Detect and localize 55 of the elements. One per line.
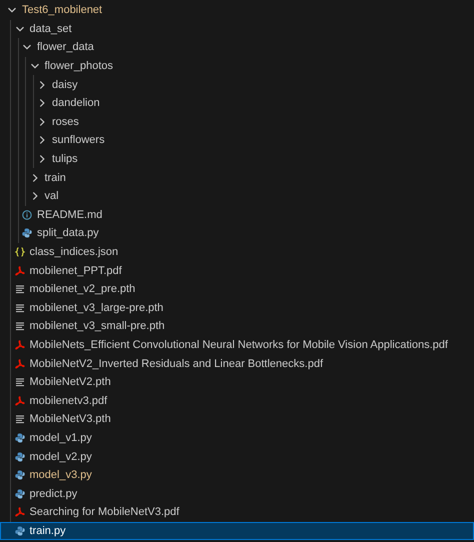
text-file-icon (14, 321, 24, 332)
chevron-down-icon (30, 61, 40, 72)
pdf-icon (14, 396, 24, 406)
file-item[interactable]: mobilenet_v2_pre.pth (0, 280, 474, 298)
chevron-right-icon (37, 135, 47, 146)
python-icon (14, 526, 24, 536)
file-item[interactable]: mobilenet_PPT.pdf (0, 261, 474, 280)
folder-item[interactable]: tulips (0, 150, 474, 168)
text-file-icon (14, 414, 24, 424)
file-item[interactable]: predict.py (0, 484, 474, 504)
folder-item[interactable]: daisy (0, 75, 474, 94)
file-item[interactable]: Searching for MobileNetV3.pdf (0, 503, 474, 522)
file-item[interactable]: class_indices.json (0, 242, 474, 262)
file-item[interactable]: MobileNets_Efficient Convolutional Neural Networks for Mobile Vision Applications.pdf (0, 336, 474, 354)
chevron-right-icon (37, 116, 47, 127)
file-item[interactable]: MobileNetV3.pth (0, 410, 474, 429)
file-item[interactable]: mobilenet_v3_large-pre.pth (0, 298, 474, 318)
folder-item[interactable]: Test6_mobilenet (0, 1, 474, 20)
folder-item[interactable]: flower_data (0, 38, 474, 57)
folder-item[interactable]: dandelion (0, 94, 474, 113)
folder-item[interactable]: data_set (0, 20, 474, 38)
file-item[interactable]: MobileNetV2_Inverted Residuals and Linear Bottlenecks.pdf (0, 354, 474, 373)
file-item[interactable]: train.py (0, 522, 474, 540)
text-file-icon (14, 377, 24, 388)
folder-item[interactable]: flower_photos (0, 56, 474, 76)
file-item[interactable]: README.md (0, 206, 474, 224)
file-item[interactable]: model_v1.py (0, 428, 474, 448)
chevron-down-icon (22, 42, 32, 52)
text-file-icon (14, 284, 24, 294)
file-item[interactable]: model_v2.py (0, 447, 474, 466)
file-item[interactable]: mobilenetv3.pdf (0, 391, 474, 410)
file-item[interactable]: split_data.py (0, 224, 474, 243)
pdf-icon (14, 266, 24, 276)
chevron-right-icon (37, 98, 47, 108)
pdf-icon (14, 507, 24, 518)
chevron-right-icon (37, 80, 47, 90)
python-icon (14, 432, 24, 443)
info-icon (22, 210, 32, 220)
python-icon (14, 470, 24, 480)
file-item[interactable]: MobileNetV2.pth (0, 372, 474, 392)
chevron-down-icon (7, 5, 17, 16)
python-icon (14, 488, 24, 499)
folder-item[interactable]: sunflowers (0, 131, 474, 150)
folder-item[interactable]: val (0, 186, 474, 206)
python-icon (14, 452, 24, 462)
python-icon (22, 228, 32, 238)
folder-item[interactable]: roses (0, 112, 474, 132)
braces-icon (14, 247, 24, 258)
file-item[interactable]: model_v3.py (0, 466, 474, 484)
folder-item[interactable]: train (0, 168, 474, 187)
pdf-icon (14, 358, 24, 369)
text-file-icon (14, 302, 24, 313)
file-item[interactable]: mobilenet_v3_small-pre.pth (0, 317, 474, 336)
chevron-right-icon (37, 154, 47, 164)
pdf-icon (14, 340, 24, 350)
